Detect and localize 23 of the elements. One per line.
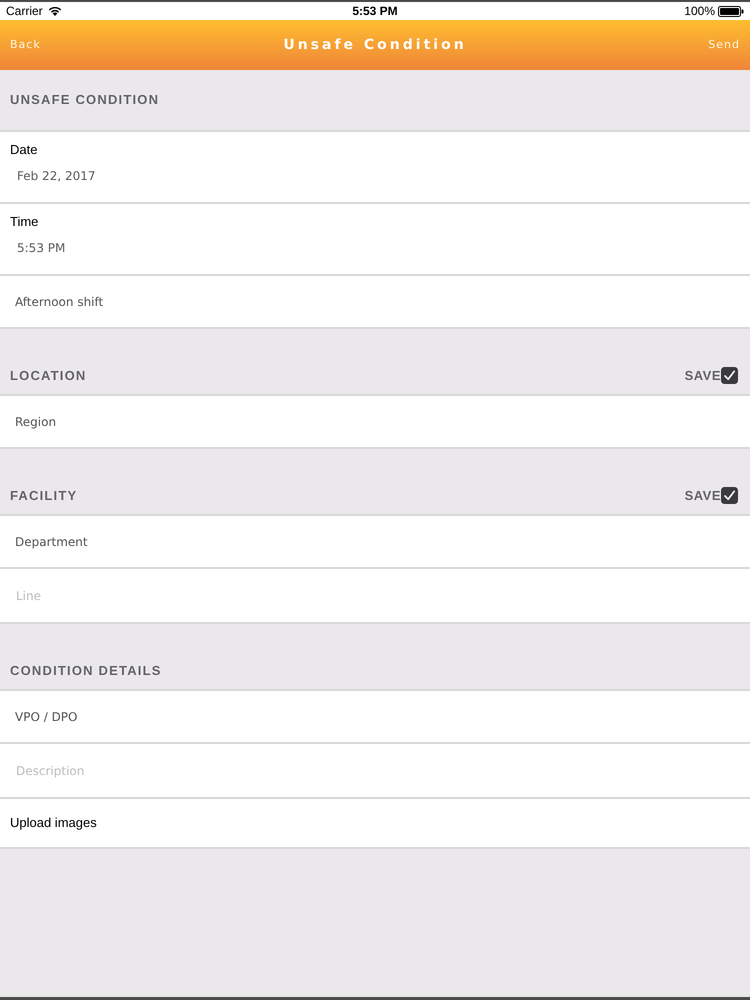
section-header: LOCATION <box>10 368 87 384</box>
input-field[interactable]: Description <box>0 744 750 799</box>
select-field[interactable]: Afternoon shift <box>15 294 104 310</box>
select-field[interactable]: VPO / DPO <box>15 708 78 724</box>
picker-value[interactable]: Feb 22, 2017 <box>17 168 96 184</box>
section-header: FACILITY <box>10 488 78 504</box>
carrier-label: Carrier <box>6 4 43 18</box>
section-header: UNSAFE CONDITION <box>10 92 160 108</box>
upload-images-button[interactable]: Upload images <box>10 815 97 831</box>
input-field[interactable]: Line <box>0 569 750 624</box>
save-toggle[interactable]: SAVE <box>684 367 738 384</box>
battery-percent: 100% <box>684 4 715 18</box>
select-field[interactable]: Department <box>15 534 88 550</box>
battery-icon <box>718 6 744 16</box>
nav-title: Unsafe Condition <box>283 36 467 54</box>
picker-value[interactable]: 5:53 PM <box>17 240 66 256</box>
wifi-icon <box>48 6 62 16</box>
save-toggle[interactable]: SAVE <box>684 487 738 504</box>
field-label: Time <box>10 214 38 230</box>
status-time: 5:53 PM <box>352 4 398 18</box>
section-header: CONDITION DETAILS <box>10 663 162 679</box>
field-label: Date <box>10 142 38 158</box>
select-field[interactable]: Region <box>15 414 56 430</box>
